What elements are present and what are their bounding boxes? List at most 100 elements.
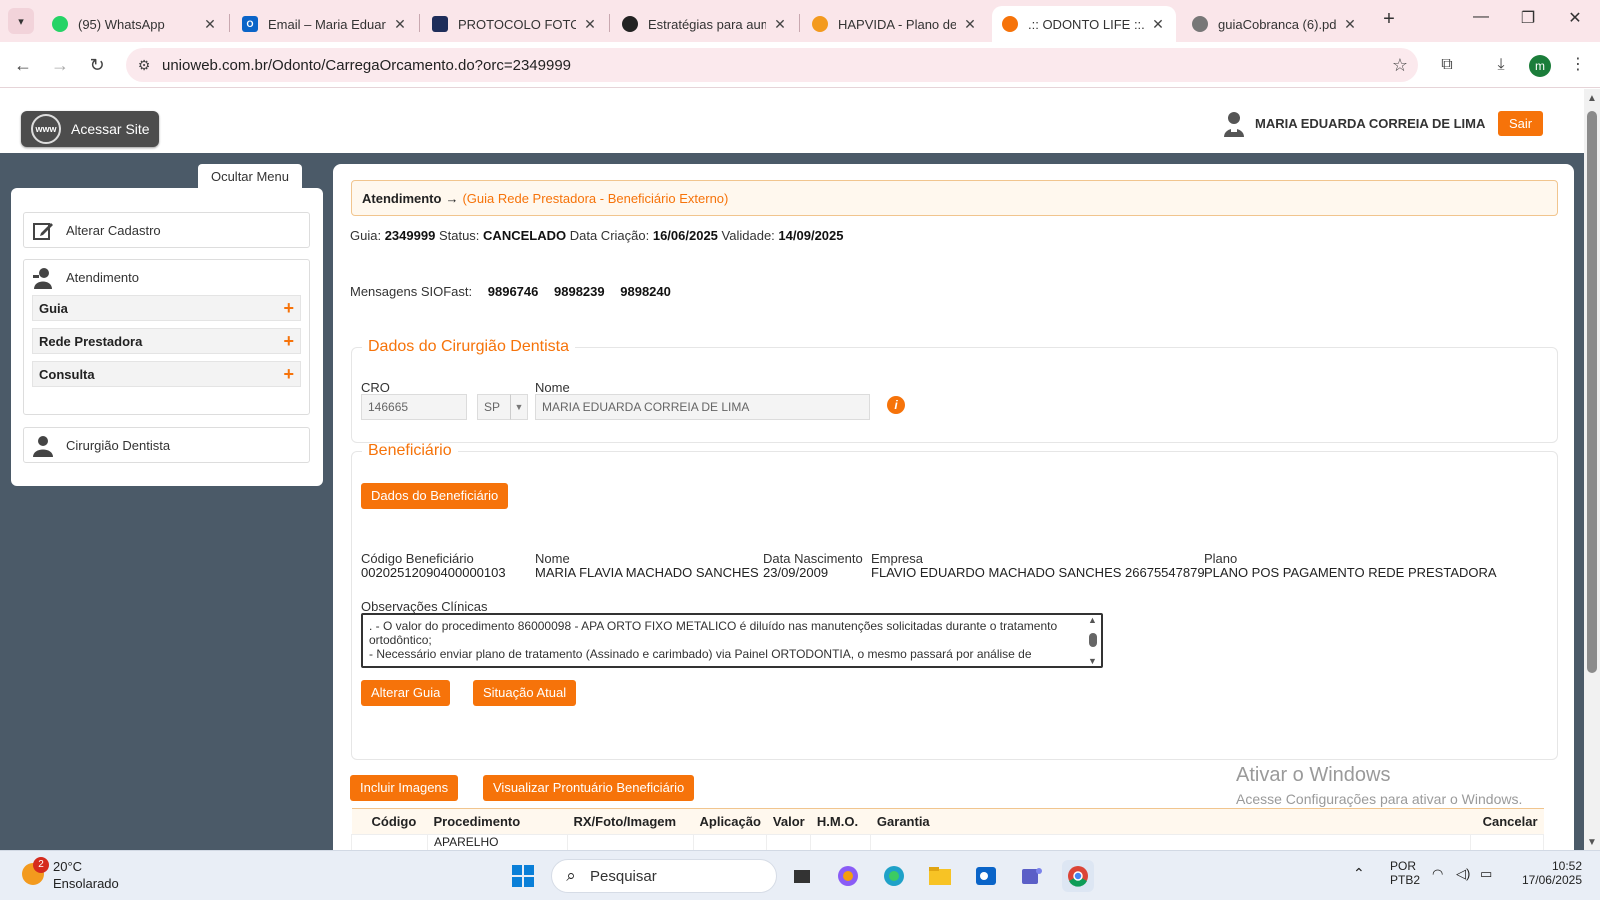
- sidebar-subitem-rede-prestadora[interactable]: Rede Prestadora +: [32, 328, 301, 354]
- col-aplicacao: Aplicação: [693, 808, 767, 835]
- acessar-site-button[interactable]: www Acessar Site: [21, 111, 159, 147]
- tab-whatsapp[interactable]: (95) WhatsApp ✕: [42, 6, 228, 42]
- page-scroll-thumb[interactable]: [1587, 111, 1597, 673]
- start-windows-icon[interactable]: [507, 860, 539, 892]
- volume-icon[interactable]: ◁): [1456, 866, 1470, 882]
- reload-button[interactable]: ↻: [84, 52, 110, 78]
- tab-guia-cobranca[interactable]: guiaCobranca (6).pdf ✕: [1182, 6, 1368, 42]
- teams-icon[interactable]: [1016, 860, 1048, 892]
- beneficiary-code-value: 00202512090400000103: [361, 565, 506, 580]
- tray-chevron-up-icon[interactable]: ⌃: [1353, 865, 1365, 882]
- tab-estrategias[interactable]: Estratégias para aum ✕: [612, 6, 798, 42]
- close-tab-icon[interactable]: ✕: [1150, 16, 1166, 33]
- sidebar-item-atendimento[interactable]: Atendimento: [24, 260, 309, 295]
- sidebar-item-cirurgiao-dentista[interactable]: Cirurgião Dentista: [23, 427, 310, 463]
- sidebar-subitem-consulta[interactable]: Consulta +: [32, 361, 301, 387]
- dentist-name-field[interactable]: MARIA EDUARDA CORREIA DE LIMA: [535, 394, 870, 420]
- language-indicator[interactable]: POR PTB2: [1390, 859, 1420, 887]
- uf-select[interactable]: SP: [477, 394, 511, 420]
- minimize-icon[interactable]: —: [1466, 8, 1496, 26]
- tab-title: Estratégias para aum: [648, 16, 766, 32]
- wifi-icon[interactable]: ◠: [1432, 866, 1443, 882]
- url-text[interactable]: unioweb.com.br/Odonto/CarregaOrcamento.d…: [162, 57, 1382, 74]
- download-icon[interactable]: ⤓: [1488, 52, 1514, 78]
- hide-menu-button[interactable]: Ocultar Menu: [198, 164, 302, 190]
- expand-plus-icon[interactable]: +: [283, 364, 294, 385]
- col-codigo: Código: [351, 808, 428, 835]
- beneficiary-data-button[interactable]: Dados do Beneficiário: [361, 483, 509, 509]
- situacao-atual-button[interactable]: Situação Atual: [473, 680, 577, 706]
- bookmark-star-icon[interactable]: ☆: [1382, 55, 1418, 76]
- scroll-thumb[interactable]: [1089, 633, 1097, 647]
- clinical-notes-scrollbar[interactable]: ▲ ▼: [1085, 615, 1101, 666]
- close-tab-icon[interactable]: ✕: [392, 16, 408, 33]
- close-tab-icon[interactable]: ✕: [582, 16, 598, 33]
- logged-user-name: MARIA EDUARDA CORREIA DE LIMA: [1255, 116, 1486, 131]
- alterar-guia-button[interactable]: Alterar Guia: [361, 680, 451, 706]
- file-explorer-icon[interactable]: [924, 860, 956, 892]
- incluir-imagens-button[interactable]: Incluir Imagens: [350, 775, 459, 801]
- omnibox[interactable]: ⚙ unioweb.com.br/Odonto/CarregaOrcamento…: [126, 48, 1418, 82]
- dentist-name-label: Nome: [535, 380, 570, 395]
- scroll-down-icon[interactable]: ▼: [1088, 656, 1097, 666]
- status-value: CANCELADO: [483, 228, 567, 243]
- cro-field[interactable]: 146665: [361, 394, 467, 420]
- scroll-up-icon[interactable]: ▲: [1587, 93, 1597, 104]
- outlook-icon[interactable]: [970, 860, 1002, 892]
- expand-plus-icon[interactable]: +: [283, 298, 294, 319]
- back-button[interactable]: ←: [10, 52, 36, 78]
- browser-tab-bar: ▾ (95) WhatsApp ✕ O Email – Maria Eduard…: [0, 0, 1600, 42]
- procedures-table: Código Procedimento RX/Foto/Imagem Aplic…: [351, 808, 1544, 853]
- close-tab-icon[interactable]: ✕: [1342, 16, 1358, 33]
- profile-avatar[interactable]: m: [1529, 55, 1551, 77]
- forward-button[interactable]: →: [47, 52, 73, 78]
- guia-number: 2349999: [384, 228, 436, 243]
- siofast-code: 9896746: [487, 284, 539, 299]
- close-tab-icon[interactable]: ✕: [202, 16, 218, 33]
- clinical-notes-textarea[interactable]: . - O valor do procedimento 86000098 - A…: [361, 613, 1103, 668]
- weather-description[interactable]: Ensolarado: [53, 876, 119, 891]
- close-tab-icon[interactable]: ✕: [962, 16, 978, 33]
- col-hmo: H.M.O.: [810, 808, 871, 835]
- col-procedimento: Procedimento: [427, 808, 568, 835]
- tab-hapvida[interactable]: HAPVIDA - Plano de ✕: [802, 6, 988, 42]
- siofast-label: Mensagens SIOFast:: [350, 284, 473, 299]
- tab-search-dropdown[interactable]: ▾: [8, 8, 34, 34]
- weather-temperature[interactable]: 20°C: [53, 859, 82, 874]
- scroll-up-icon[interactable]: ▲: [1088, 615, 1097, 625]
- expand-plus-icon[interactable]: +: [283, 331, 294, 352]
- close-window-icon[interactable]: ✕: [1560, 8, 1590, 28]
- sidebar-item-label: Atendimento: [66, 270, 139, 285]
- sidebar-item-label: Cirurgião Dentista: [66, 438, 171, 453]
- site-settings-icon[interactable]: ⚙: [126, 57, 162, 74]
- new-tab-button[interactable]: +: [1376, 8, 1402, 31]
- tab-protocolo[interactable]: PROTOCOLO FOTOGRAF ✕: [422, 6, 608, 42]
- taskbar-search-box[interactable]: ⌕ Pesquisar: [551, 859, 777, 893]
- restore-icon[interactable]: ❐: [1513, 8, 1543, 28]
- tab-email[interactable]: O Email – Maria Eduarda ✕: [232, 6, 418, 42]
- openai-icon: [622, 16, 638, 32]
- uf-dropdown-chevron-icon[interactable]: ▼: [510, 394, 528, 420]
- chrome-menu-icon[interactable]: ⋮: [1565, 52, 1591, 78]
- task-view-icon[interactable]: [786, 860, 818, 892]
- logout-button[interactable]: Sair: [1498, 111, 1543, 136]
- tab-odonto-life[interactable]: .:: ODONTO LIFE ::. ✕: [992, 6, 1176, 42]
- copilot-icon[interactable]: [832, 860, 864, 892]
- visualizar-prontuario-button[interactable]: Visualizar Prontuário Beneficiário: [483, 775, 695, 801]
- sidebar-item-alterar-cadastro[interactable]: Alterar Cadastro: [23, 212, 310, 248]
- close-tab-icon[interactable]: ✕: [772, 16, 788, 33]
- page-scrollbar[interactable]: ▲ ▼: [1584, 89, 1600, 850]
- scroll-down-icon[interactable]: ▼: [1587, 837, 1597, 848]
- chrome-icon[interactable]: [1062, 860, 1094, 892]
- system-clock[interactable]: 10:52 17/06/2025: [1512, 859, 1582, 887]
- battery-icon[interactable]: ▭: [1480, 866, 1492, 882]
- tab-title: PROTOCOLO FOTOGRAF: [458, 16, 576, 32]
- site-header: www Acessar Site MARIA EDUARDA CORREIA D…: [0, 89, 1584, 153]
- sidebar-subitem-guia[interactable]: Guia +: [32, 295, 301, 321]
- siofast-code: 9898240: [620, 284, 671, 299]
- tab-separator: [229, 14, 230, 32]
- extensions-icon[interactable]: ⧉: [1434, 52, 1460, 78]
- edge-icon[interactable]: [878, 860, 910, 892]
- birth-date-label: Data Nascimento: [763, 551, 863, 566]
- info-icon[interactable]: i: [887, 396, 905, 414]
